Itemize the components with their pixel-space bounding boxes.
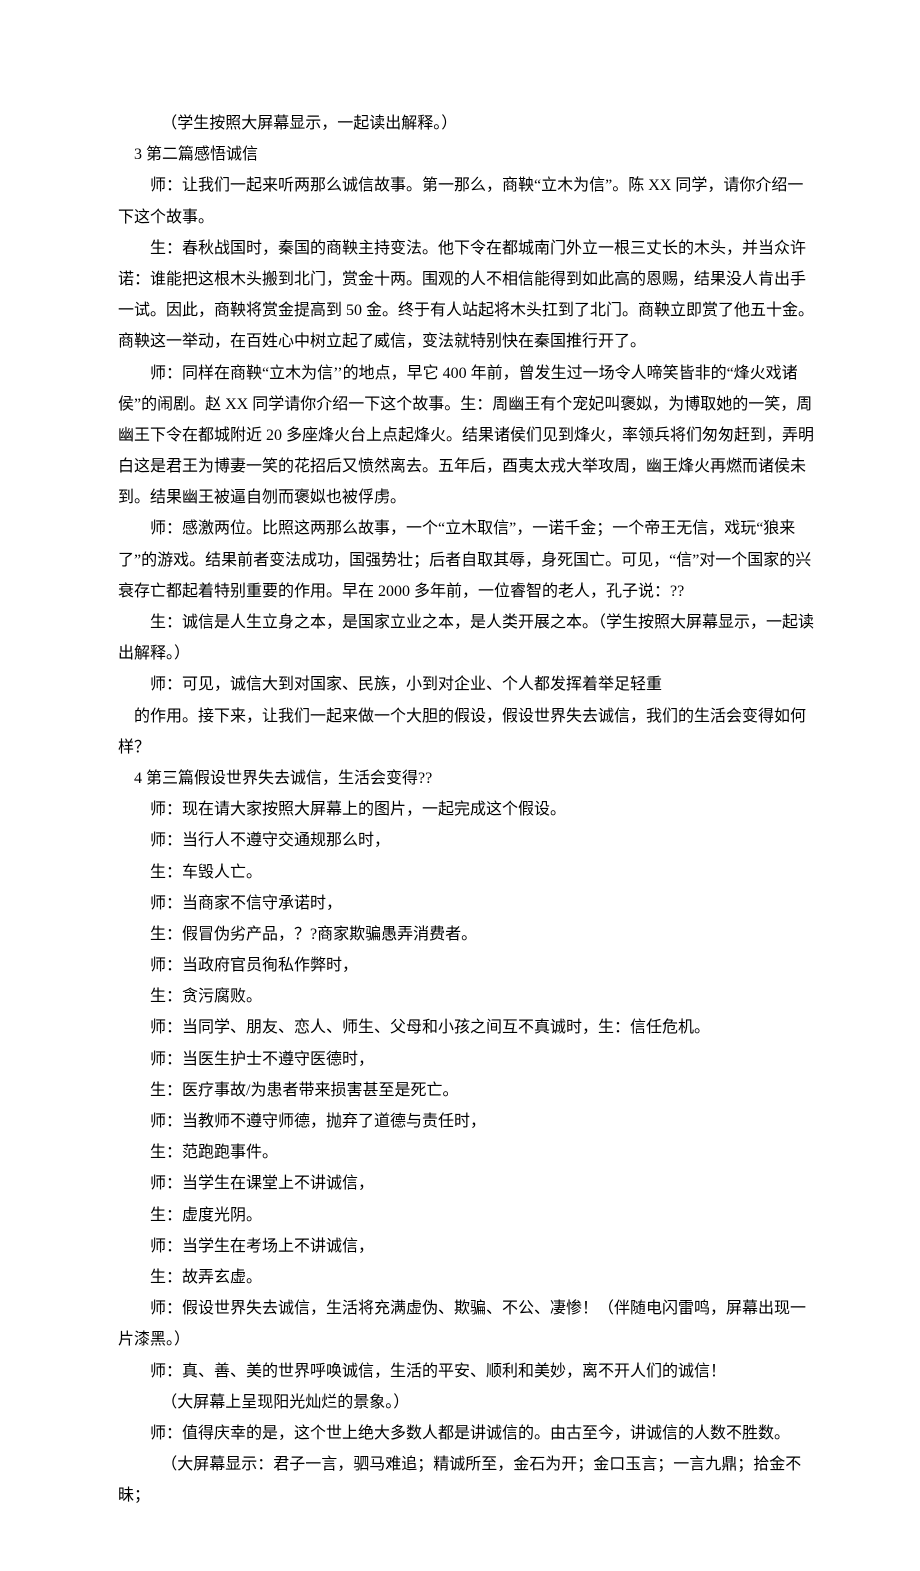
paragraph: 师：当学生在课堂上不讲诚信， <box>118 1168 816 1199</box>
paragraph: （学生按照大屏幕显示，一起读出解释。） <box>118 108 816 139</box>
paragraph: 师：可见，诚信大到对国家、民族，小到对企业、个人都发挥着举足轻重 <box>118 669 816 700</box>
paragraph: 师：当同学、朋友、恋人、师生、父母和小孩之间互不真诚时，生：信任危机。 <box>118 1012 816 1043</box>
paragraph: 师：当行人不遵守交通规那么时， <box>118 825 816 856</box>
paragraph: 生：范跑跑事件。 <box>118 1137 816 1168</box>
paragraph: 生：医疗事故/为患者带来损害甚至是死亡。 <box>118 1075 816 1106</box>
paragraph: 师：当医生护士不遵守医德时， <box>118 1044 816 1075</box>
paragraph: 3 第二篇感悟诚信 <box>118 139 816 170</box>
paragraph: （大屏幕显示：君子一言，驷马难追；精诚所至，金石为开；金口玉言；一言九鼎；拾金不… <box>118 1449 816 1511</box>
paragraph: 生：诚信是人生立身之本，是国家立业之本，是人类开展之本。（学生按照大屏幕显示，一… <box>118 607 816 669</box>
paragraph: 师：同样在商鞅“立木为信’’的地点，早它 400 年前，曾发生过一场令人啼笑皆非… <box>118 358 816 514</box>
paragraph: 生：贪污腐败。 <box>118 981 816 1012</box>
paragraph: 师：真、善、美的世界呼唤诚信，生活的平安、顺利和美妙，离不开人们的诚信！ <box>118 1356 816 1387</box>
paragraph: 师：当学生在考场上不讲诚信， <box>118 1231 816 1262</box>
paragraph: 师：感激两位。比照这两那么故事，一个“立木取信”，一诺千金；一个帝王无信，戏玩“… <box>118 513 816 607</box>
paragraph: 师：让我们一起来听两那么诚信故事。第一那么，商鞅“立木为信”。陈 XX 同学，请… <box>118 170 816 232</box>
paragraph: 师：现在请大家按照大屏幕上的图片，一起完成这个假设。 <box>118 794 816 825</box>
paragraph: 4 第三篇假设世界失去诚信，生活会变得?? <box>118 763 816 794</box>
paragraph: 师：当教师不遵守师德，抛弃了道德与责任时， <box>118 1106 816 1137</box>
paragraph: 师：当政府官员徇私作弊时， <box>118 950 816 981</box>
document-page: （学生按照大屏幕显示，一起读出解释。）3 第二篇感悟诚信师：让我们一起来听两那么… <box>0 0 920 1571</box>
paragraph: 生：春秋战国时，秦国的商鞅主持变法。他下令在都城南门外立一根三丈长的木头，并当众… <box>118 233 816 358</box>
paragraph: 的作用。接下来，让我们一起来做一个大胆的假设，假设世界失去诚信，我们的生活会变得… <box>118 701 816 763</box>
paragraph: 师：当商家不信守承诺时， <box>118 888 816 919</box>
paragraph: 师：假设世界失去诚信，生活将充满虚伪、欺骗、不公、凄惨！（伴随电闪雷鸣，屏幕出现… <box>118 1293 816 1355</box>
paragraph: 生：故弄玄虚。 <box>118 1262 816 1293</box>
paragraph: 师：值得庆幸的是，这个世上绝大多数人都是讲诚信的。由古至今，讲诚信的人数不胜数。 <box>118 1418 816 1449</box>
paragraph: 生：车毁人亡。 <box>118 857 816 888</box>
paragraph: 生：假冒伪劣产品，？?商家欺骗愚弄消费者。 <box>118 919 816 950</box>
paragraph: （大屏幕上呈现阳光灿烂的景象。） <box>118 1387 816 1418</box>
paragraph: 生：虚度光阴。 <box>118 1200 816 1231</box>
